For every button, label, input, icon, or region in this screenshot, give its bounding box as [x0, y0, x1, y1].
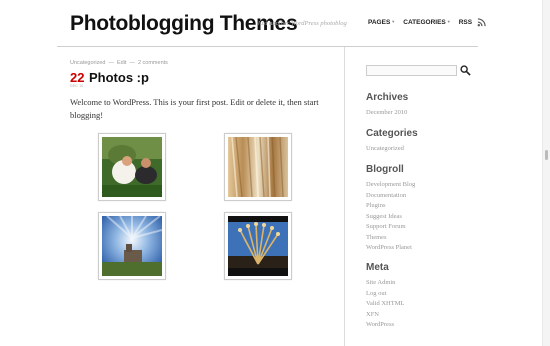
meta-separator: — [129, 60, 135, 66]
meta-link[interactable]: Log out [366, 290, 386, 297]
meta-link[interactable]: XFN [366, 311, 379, 318]
blogroll-link[interactable]: Themes [366, 234, 387, 241]
scrollbar-thumb[interactable] [545, 150, 548, 160]
page-scrollbar[interactable] [542, 0, 550, 346]
castle-sky-photo [102, 216, 162, 276]
photo-thumbnail-abstract[interactable] [224, 133, 292, 201]
post-category-link[interactable]: Uncategorized [70, 60, 105, 66]
photo-thumbnail-couple[interactable] [98, 133, 166, 201]
post-date-day: 22 [70, 70, 85, 85]
nav-pages[interactable]: PAGES▼ [368, 19, 395, 26]
post-comments-link[interactable]: 2 comments [138, 60, 168, 66]
category-link[interactable]: Uncategorized [366, 145, 404, 152]
meta-link[interactable]: Valid XHTML [366, 300, 404, 307]
post-edit-link[interactable]: Edit [117, 60, 126, 66]
couple-photo [102, 137, 162, 197]
abstract-blur-photo [228, 137, 288, 197]
rss-icon[interactable] [477, 18, 486, 27]
chevron-down-icon: ▼ [446, 19, 451, 24]
blogroll-link[interactable]: Support Forum [366, 223, 406, 230]
search-input[interactable] [366, 65, 457, 76]
site-tagline: Just another WordPress photoblog [257, 20, 347, 27]
blogroll-link[interactable]: WordPress Planet [366, 244, 412, 251]
blogroll-link[interactable]: Documentation [366, 192, 406, 199]
blogroll-link[interactable]: Development Blog [366, 181, 415, 188]
nav-categories[interactable]: CATEGORIES▼ [403, 19, 450, 26]
search-icon[interactable] [460, 65, 471, 76]
photo-thumbnail-grass[interactable] [224, 212, 292, 280]
post-meta: Uncategorized — Edit — 2 comments [70, 60, 168, 66]
meta-separator: — [108, 60, 114, 66]
blogroll-heading: Blogroll [366, 164, 404, 175]
nav-rss[interactable]: RSS [459, 19, 472, 26]
blogroll-link[interactable]: Plugins [366, 202, 386, 209]
archives-heading: Archives [366, 92, 409, 103]
sidebar-divider [344, 47, 345, 346]
categories-heading: Categories [366, 128, 418, 139]
meta-link[interactable]: WordPress [366, 321, 394, 328]
archive-link[interactable]: December 2010 [366, 109, 407, 116]
post-title[interactable]: Photos :p [89, 70, 149, 85]
grass-plant-photo [228, 216, 288, 276]
post-body: Welcome to WordPress. This is your first… [70, 97, 319, 120]
blogroll-link[interactable]: Suggest Ideas [366, 213, 402, 220]
chevron-down-icon: ▼ [391, 19, 396, 24]
header-divider [57, 46, 478, 47]
photo-thumbnail-castle[interactable] [98, 212, 166, 280]
main-nav: PAGES▼ CATEGORIES▼ RSS [368, 18, 486, 27]
meta-heading: Meta [366, 262, 389, 273]
meta-link[interactable]: Site Admin [366, 279, 395, 286]
post-date-month: DEC 10 [70, 84, 84, 88]
